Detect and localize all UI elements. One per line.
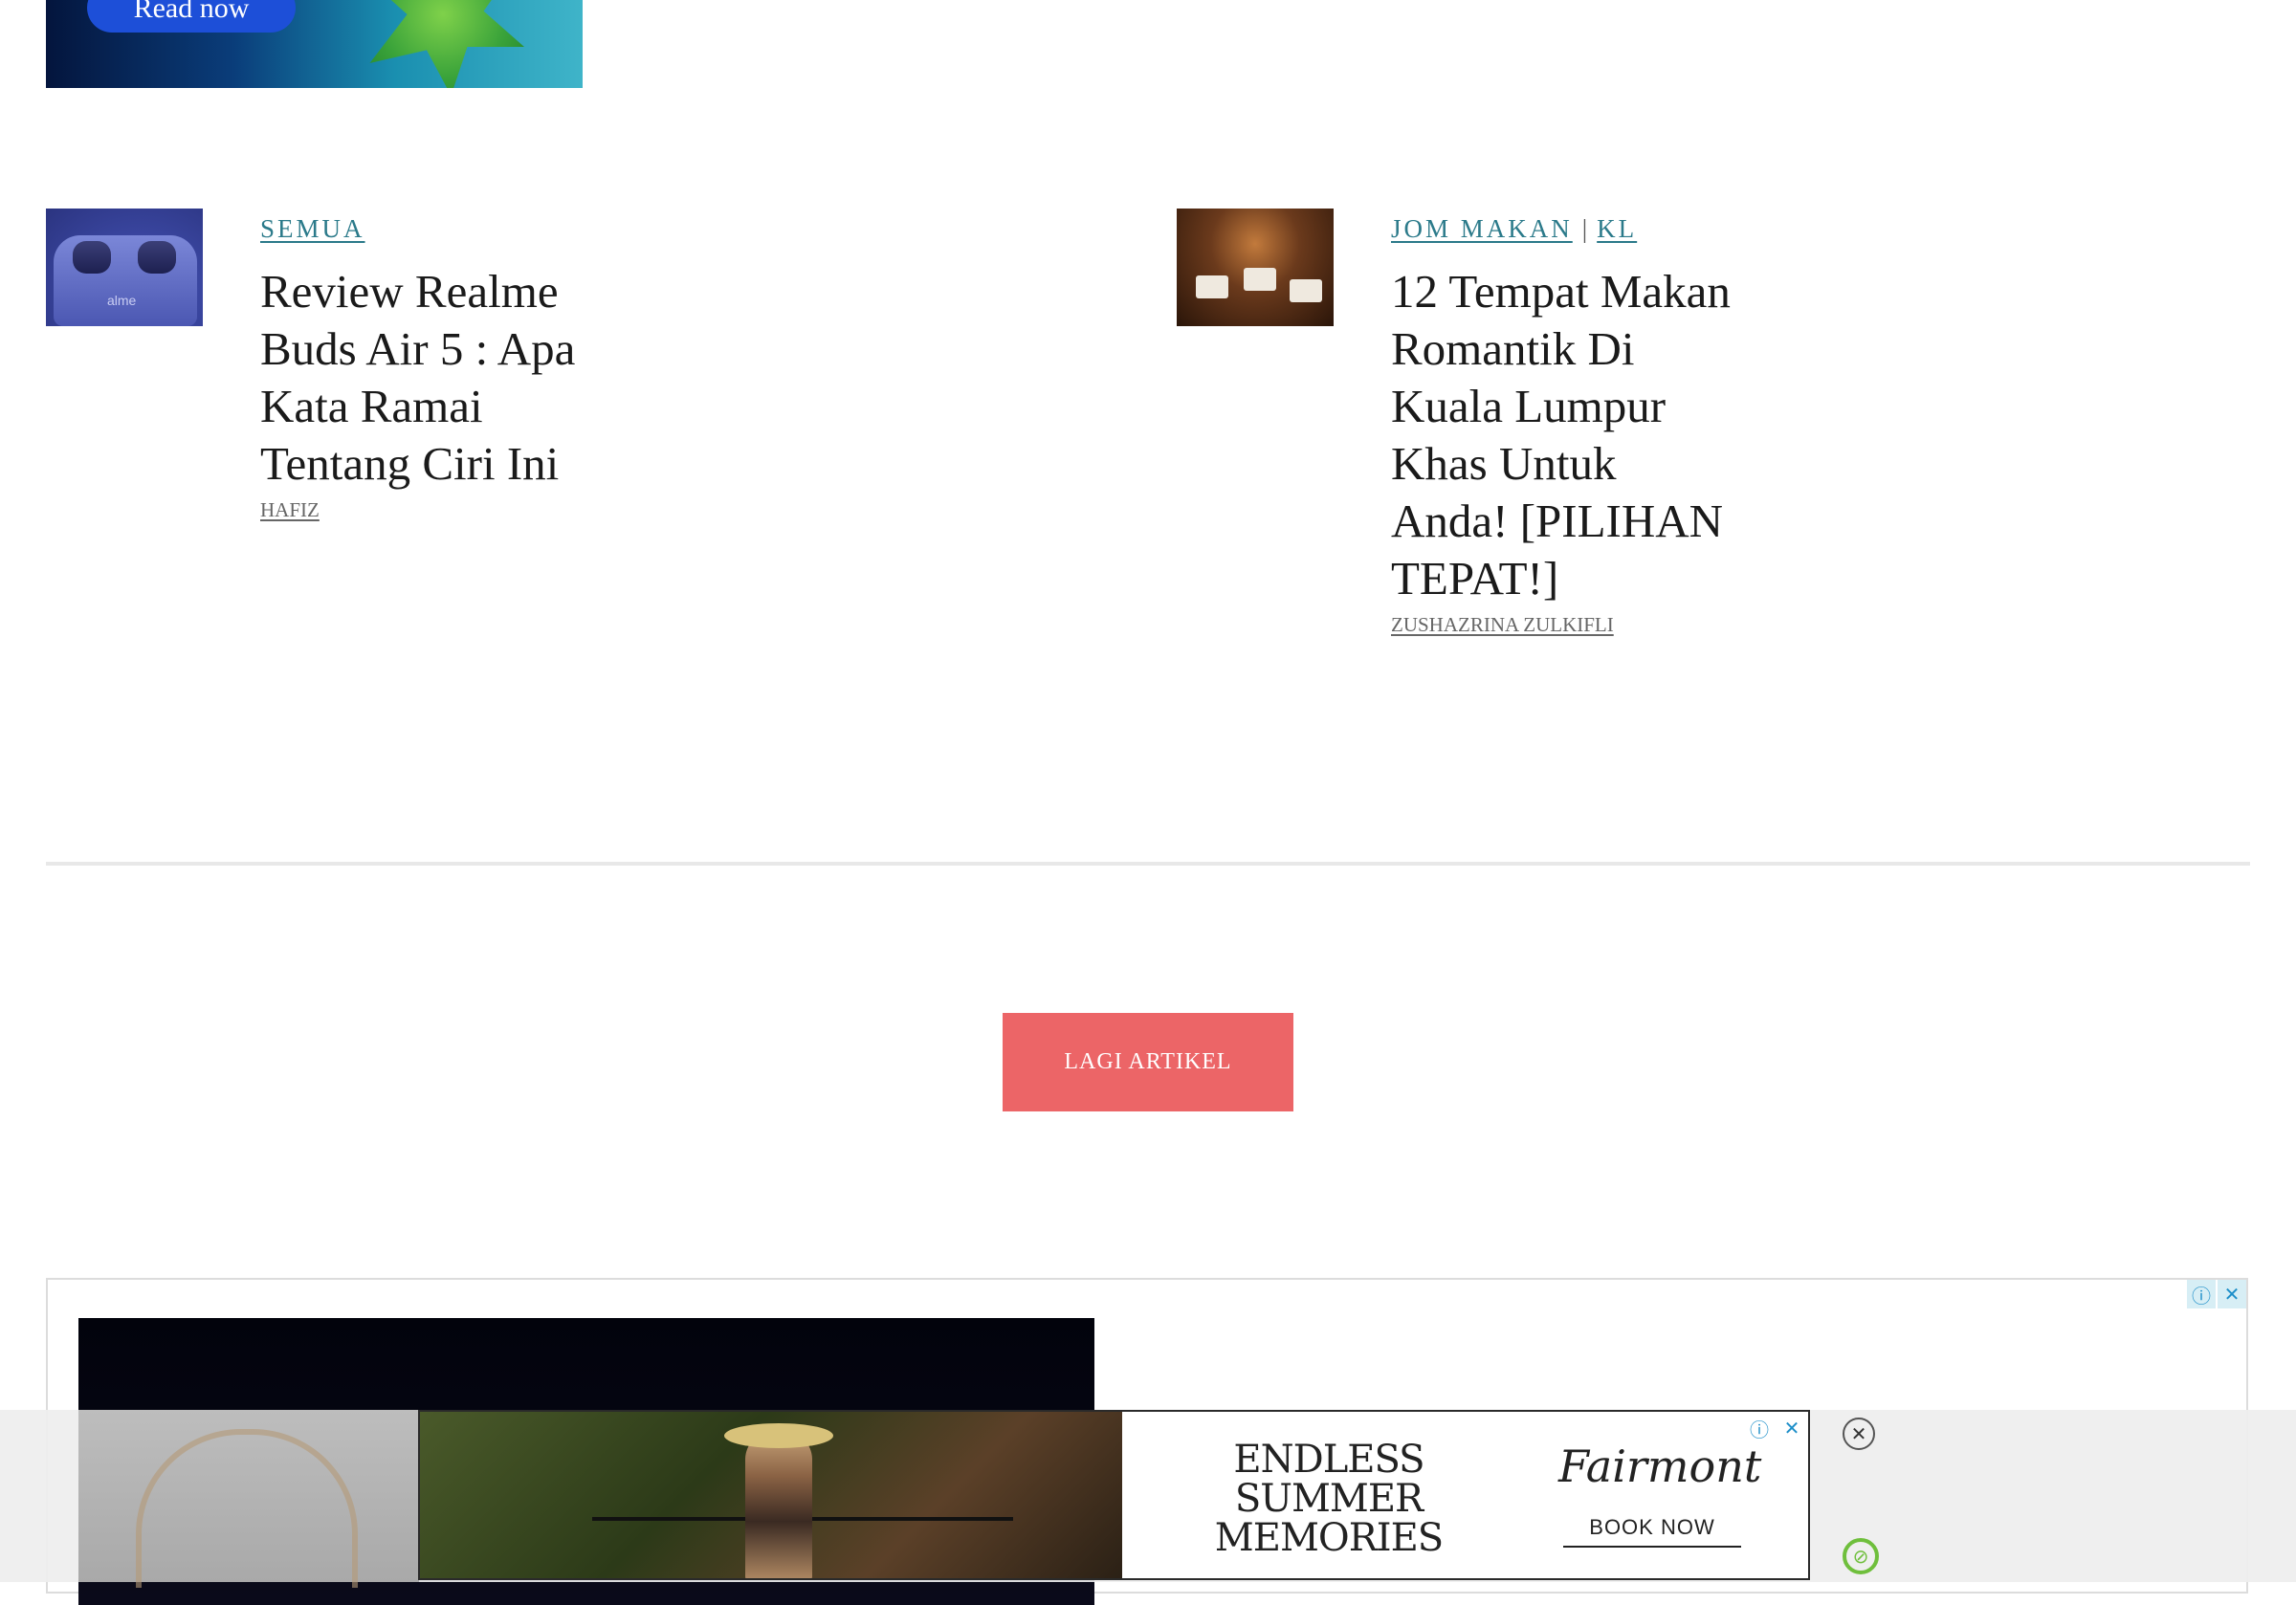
ad-close-icon[interactable]: ✕ bbox=[2218, 1280, 2246, 1308]
article-meta: JOM MAKAN | KL 12 Tempat Makan Romantik Di… bbox=[1391, 209, 1735, 637]
leaf-graphic bbox=[362, 0, 524, 88]
sticky-banner-ad[interactable]: ENDLESS SUMMER MEMORIES Fairmont BOOK NO… bbox=[418, 1410, 1810, 1580]
ad-controls: ⓘ ✕ bbox=[2187, 1280, 2246, 1308]
ad-close-icon[interactable]: ✕ bbox=[1779, 1416, 1804, 1440]
article-categories: JOM MAKAN | KL bbox=[1391, 214, 1735, 244]
restaurant-table bbox=[1244, 268, 1276, 291]
close-sticky-icon[interactable]: ✕ bbox=[1843, 1418, 1875, 1450]
article-thumbnail[interactable]: alme bbox=[46, 209, 203, 326]
sticky-ad-controls: ⓘ ✕ bbox=[1747, 1416, 1804, 1441]
arch-graphic bbox=[136, 1429, 358, 1588]
article-author[interactable]: ZUSHAZRINA ZULKIFLI bbox=[1391, 613, 1735, 637]
category-link[interactable]: JOM MAKAN bbox=[1391, 214, 1573, 243]
case-brand-text: alme bbox=[107, 293, 137, 308]
model-figure bbox=[745, 1431, 812, 1578]
load-more-button[interactable]: LAGI ARTIKEL bbox=[1003, 1013, 1293, 1111]
section-divider bbox=[46, 862, 2250, 866]
read-now-button[interactable]: Read now bbox=[87, 0, 296, 33]
earbuds-case-image: alme bbox=[54, 235, 197, 326]
restaurant-table bbox=[1196, 275, 1228, 298]
earbud-left bbox=[73, 241, 111, 274]
hat-graphic bbox=[724, 1423, 833, 1448]
earbud-right bbox=[138, 241, 176, 274]
article-author[interactable]: HAFIZ bbox=[260, 498, 605, 522]
restaurant-table bbox=[1290, 279, 1322, 302]
ad-photo bbox=[420, 1412, 1122, 1578]
article-title[interactable]: Review Realme Buds Air 5 : Apa Kata Rama… bbox=[260, 263, 605, 493]
sticky-ad-bar: ▷ ENDLESS SUMMER MEMORIES Fairmont BOOK … bbox=[0, 1410, 2296, 1588]
category-separator: | bbox=[1581, 214, 1588, 243]
book-now-button[interactable]: BOOK NOW bbox=[1563, 1515, 1741, 1548]
article-categories: SEMUA bbox=[260, 214, 605, 244]
brand-logo: Fairmont bbox=[1558, 1440, 1762, 1492]
category-link[interactable]: KL bbox=[1597, 214, 1637, 243]
article-title[interactable]: 12 Tempat Makan Romantik Di Kuala Lumpur… bbox=[1391, 263, 1735, 607]
article-meta: SEMUA Review Realme Buds Air 5 : Apa Kat… bbox=[260, 209, 605, 522]
ad-info-icon[interactable]: ⓘ bbox=[2187, 1280, 2216, 1308]
top-banner-ad[interactable]: Read now bbox=[46, 0, 583, 88]
ad-info-icon[interactable]: ⓘ bbox=[1747, 1416, 1772, 1441]
ad-network-badge-icon[interactable]: ⊘ bbox=[1843, 1538, 1879, 1574]
article-thumbnail[interactable] bbox=[1177, 209, 1334, 326]
ad-headline: ENDLESS SUMMER MEMORIES bbox=[1214, 1438, 1444, 1560]
video-overlay-background bbox=[78, 1410, 419, 1588]
category-link[interactable]: SEMUA bbox=[260, 214, 365, 243]
